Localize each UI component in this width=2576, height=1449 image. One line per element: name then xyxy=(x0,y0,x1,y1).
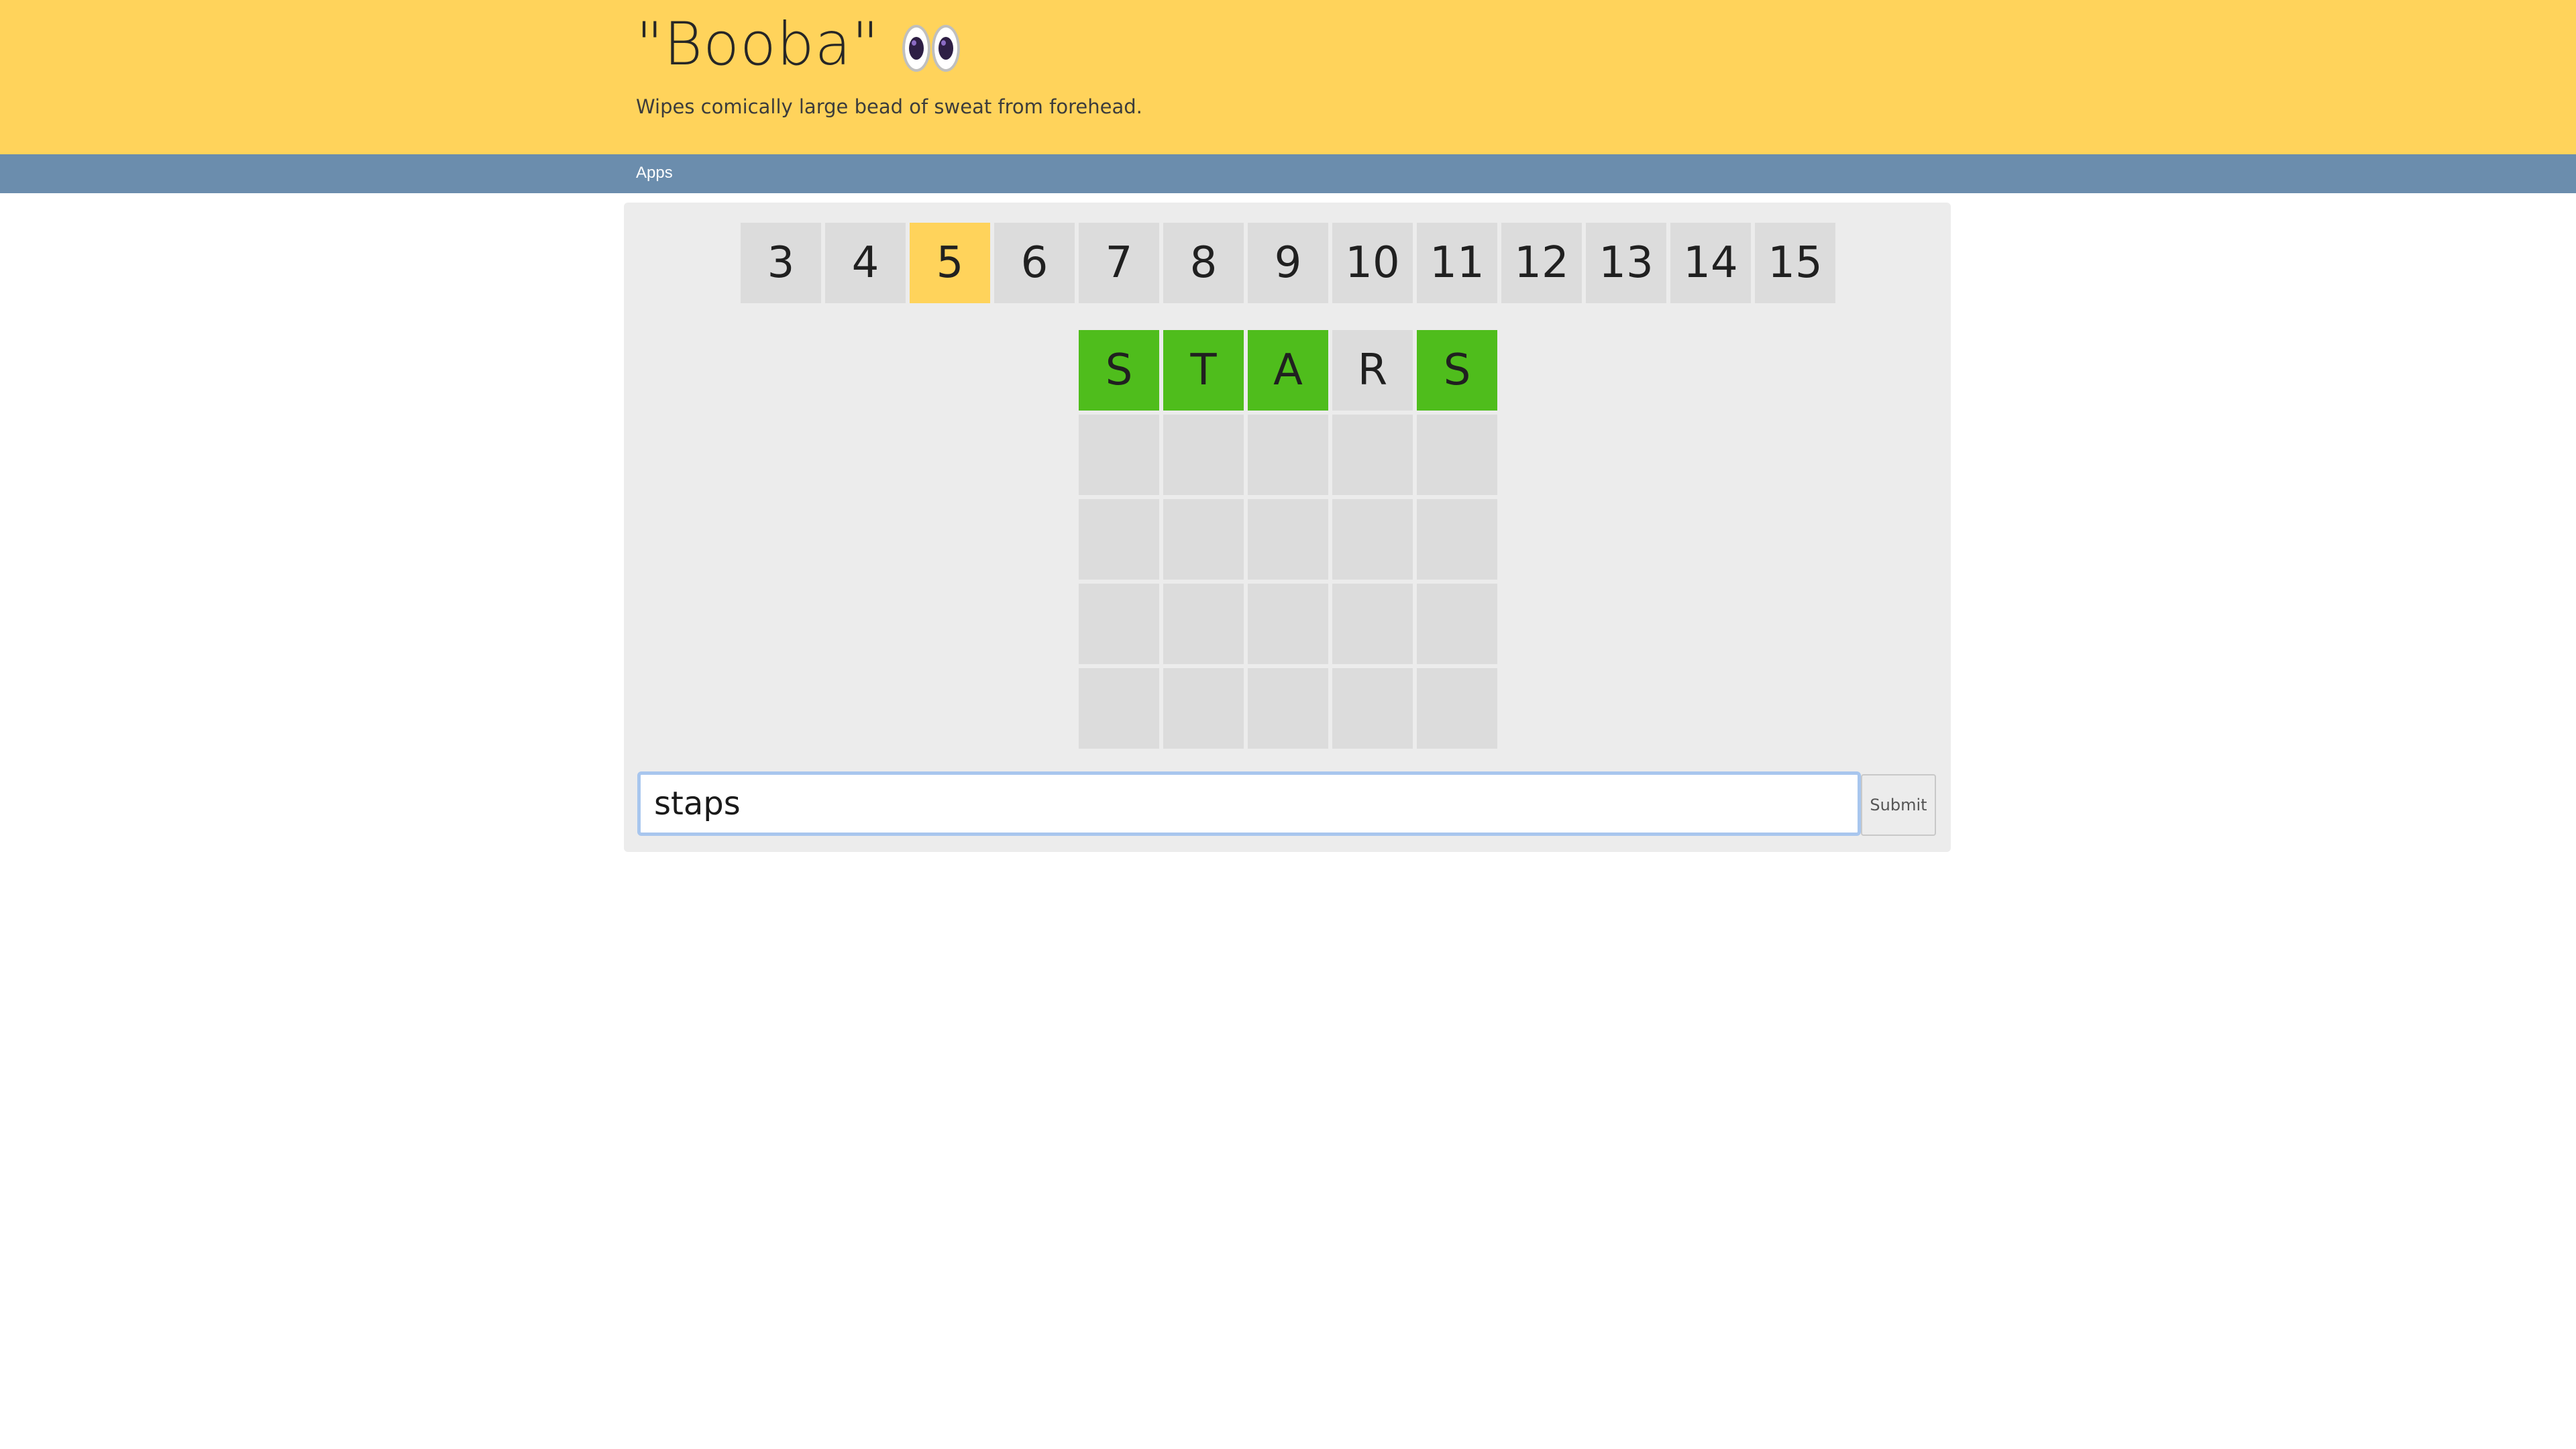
length-tab-6[interactable]: 6 xyxy=(994,223,1075,303)
length-tab-12[interactable]: 12 xyxy=(1501,223,1582,303)
board-cell xyxy=(1332,668,1413,749)
board-cell: A xyxy=(1248,330,1328,411)
guess-input[interactable] xyxy=(637,771,1861,836)
board-cell xyxy=(1417,499,1497,580)
length-tab-14[interactable]: 14 xyxy=(1670,223,1751,303)
length-tab-9[interactable]: 9 xyxy=(1248,223,1328,303)
navbar: Apps xyxy=(0,154,2576,193)
page-subtitle: Wipes comically large bead of sweat from… xyxy=(636,95,1142,118)
title-row: "Booba" xyxy=(636,9,961,78)
board-cell xyxy=(1248,415,1328,495)
length-tab-8[interactable]: 8 xyxy=(1163,223,1244,303)
board-cell xyxy=(1417,584,1497,664)
length-tab-11[interactable]: 11 xyxy=(1417,223,1497,303)
length-tab-7[interactable]: 7 xyxy=(1079,223,1159,303)
length-tab-15[interactable]: 15 xyxy=(1755,223,1835,303)
board-cell xyxy=(1332,415,1413,495)
length-tab-3[interactable]: 3 xyxy=(741,223,821,303)
board-cell xyxy=(1163,584,1244,664)
board-cell xyxy=(1079,668,1159,749)
length-tab-10[interactable]: 10 xyxy=(1332,223,1413,303)
left-eye xyxy=(902,25,931,72)
board-cell: S xyxy=(1417,330,1497,411)
length-tab-13[interactable]: 13 xyxy=(1586,223,1666,303)
board-cell xyxy=(1417,415,1497,495)
board-cell xyxy=(1332,584,1413,664)
board-cell xyxy=(1248,499,1328,580)
header: "Booba" Wipes comically large bead of sw… xyxy=(0,0,2576,154)
board-cell xyxy=(1163,668,1244,749)
length-tab-4[interactable]: 4 xyxy=(825,223,906,303)
board-cell: R xyxy=(1332,330,1413,411)
nav-apps-link[interactable]: Apps xyxy=(636,164,673,182)
board-cell xyxy=(1163,415,1244,495)
eyes-icon xyxy=(902,25,961,72)
board-cell xyxy=(1079,584,1159,664)
board-cell: S xyxy=(1079,330,1159,411)
board-cell xyxy=(1248,584,1328,664)
right-eye xyxy=(932,25,961,72)
board-cell xyxy=(1163,499,1244,580)
board-cell xyxy=(1417,668,1497,749)
board-cell xyxy=(1332,499,1413,580)
board-cell xyxy=(1248,668,1328,749)
length-tab-5[interactable]: 5 xyxy=(910,223,990,303)
board-cell: T xyxy=(1163,330,1244,411)
submit-button[interactable]: Submit xyxy=(1861,774,1936,836)
board-cell xyxy=(1079,499,1159,580)
page-title: "Booba" xyxy=(636,9,880,78)
board-cell xyxy=(1079,415,1159,495)
game-panel: 3456789101112131415 STARS Submit xyxy=(624,203,1951,852)
